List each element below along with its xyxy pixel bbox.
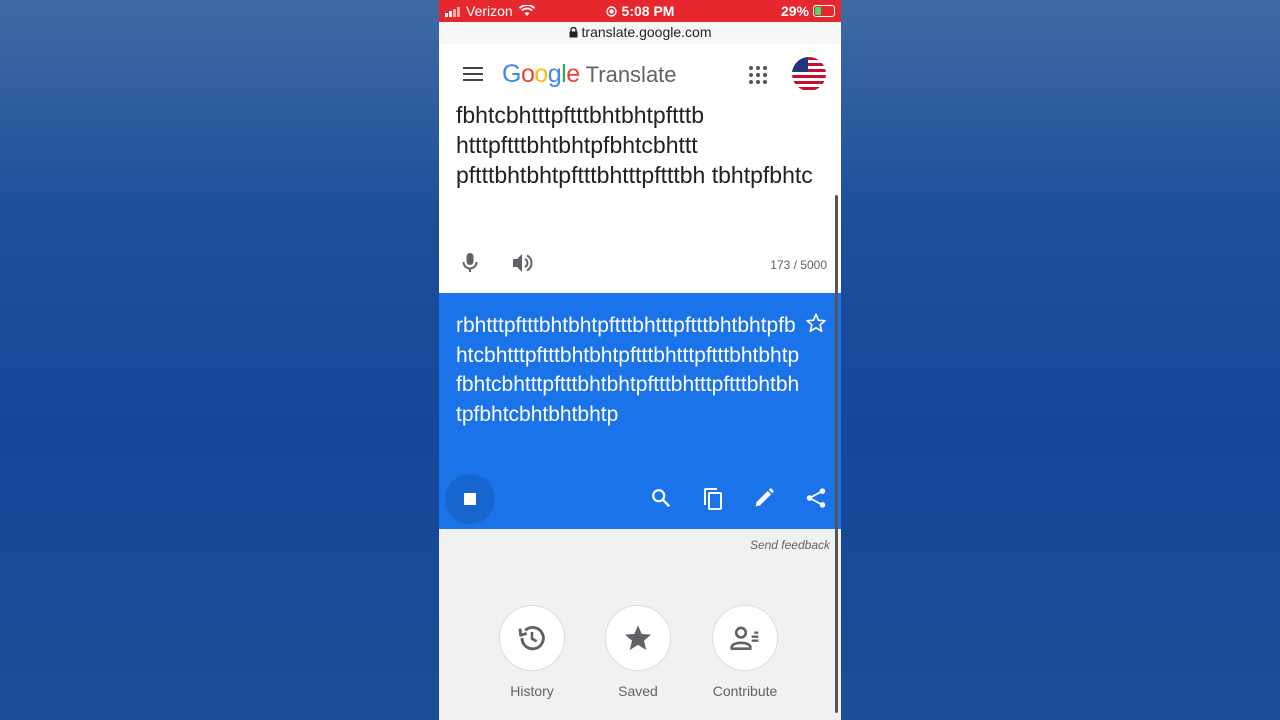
google-wordmark: Google (502, 60, 580, 89)
contribute-button[interactable]: Contribute (705, 605, 785, 699)
app-header: Google Translate (439, 44, 841, 107)
translation-text: rbhtttpftttbhtbhtpftttbhtttpftttbhtbhtpf… (456, 314, 800, 426)
account-avatar[interactable] (792, 57, 826, 91)
google-translate-logo[interactable]: Google Translate (502, 60, 677, 89)
stop-button[interactable] (445, 474, 495, 524)
history-label: History (510, 683, 554, 699)
history-icon (518, 626, 545, 651)
star-icon[interactable] (805, 312, 827, 334)
speaker-icon[interactable] (511, 252, 535, 274)
saved-star-icon (624, 625, 652, 650)
battery-percent: 29% (780, 3, 809, 19)
source-text[interactable]: fbhtcbhtttpftttbhtbhtpftttb htttpftttbht… (456, 100, 826, 190)
url-text: translate.google.com (581, 24, 712, 40)
address-bar[interactable]: translate.google.com (439, 22, 841, 44)
clock: 5:08 PM (621, 3, 675, 19)
apps-grid-icon[interactable] (749, 66, 767, 84)
battery-icon (813, 5, 835, 17)
logo-letter: o (520, 60, 535, 88)
menu-icon[interactable] (463, 67, 483, 85)
saved-button[interactable]: Saved (598, 605, 678, 699)
character-count: 173 / 5000 (770, 258, 827, 272)
source-panel: fbhtcbhtttpftttbhtbhtpftttb htttpftttbht… (439, 102, 841, 293)
send-feedback-link[interactable]: Send feedback (750, 538, 830, 552)
microphone-icon[interactable] (462, 252, 478, 274)
contribute-icon (730, 626, 759, 650)
recording-icon (605, 6, 617, 17)
edit-icon[interactable] (753, 487, 775, 509)
copy-icon[interactable] (701, 487, 723, 511)
logo-letter: G (502, 60, 521, 88)
search-icon[interactable] (650, 487, 672, 509)
status-bar: Verizon 5:08 PM 29% (439, 0, 841, 22)
history-button[interactable]: History (492, 605, 572, 699)
translation-panel: rbhtttpftttbhtbhtpftttbhtttpftttbhtbhtpf… (439, 293, 841, 529)
logo-letter: g (547, 60, 562, 88)
share-icon[interactable] (805, 487, 827, 509)
scrollbar[interactable] (835, 195, 838, 713)
logo-letter: e (566, 60, 580, 88)
product-name: Translate (585, 62, 677, 87)
lock-icon (569, 26, 578, 38)
logo-letter: o (534, 60, 548, 88)
saved-label: Saved (618, 683, 658, 699)
contribute-label: Contribute (712, 683, 778, 699)
stop-icon (464, 493, 476, 505)
phone-screen: Verizon 5:08 PM 29% translate.google.com (439, 0, 841, 720)
